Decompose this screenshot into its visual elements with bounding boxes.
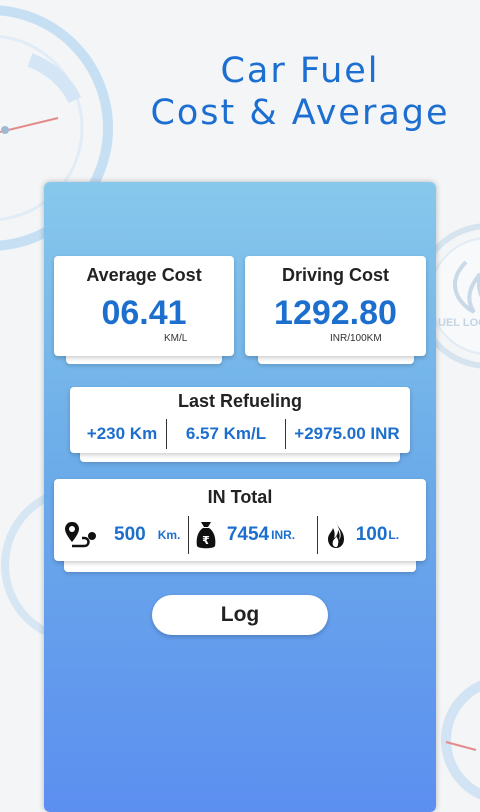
last-refueling-card: Last Refueling +230 Km 6.57 Km/L +2975.0…	[70, 387, 410, 453]
svg-text:₹: ₹	[202, 534, 210, 547]
total-fuel-value: 100	[355, 524, 388, 545]
driving-cost-card: Driving Cost 1292.80 INR/100KM	[245, 256, 426, 356]
driving-cost-value: 1292.80	[274, 294, 397, 332]
total-fuel: 100 L.	[318, 521, 424, 549]
last-refueling-row: +230 Km 6.57 Km/L +2975.00 INR	[78, 419, 408, 449]
average-cost-title: Average Cost	[86, 265, 202, 285]
in-total-title: IN Total	[207, 487, 273, 507]
average-cost-unit: KM/L	[164, 333, 188, 344]
total-fuel-unit: L.	[388, 528, 400, 542]
total-distance-value: 500	[114, 524, 146, 545]
driving-cost-unit: INR/100KM	[330, 333, 382, 344]
total-money: ₹ 7454 INR.	[189, 520, 317, 550]
last-refueling-distance: +230 Km	[86, 424, 158, 443]
driving-cost-title: Driving Cost	[281, 265, 389, 285]
log-button[interactable]: Log	[152, 595, 328, 635]
in-total-card: IN Total 500 Km. ₹ 7454 INR. 100 L.	[54, 479, 426, 561]
average-cost-card: Average Cost 06.41 KM/L	[54, 256, 234, 356]
headline-line-1: Car Fuel	[220, 51, 380, 91]
last-refueling-average: 6.57 Km/L	[185, 424, 267, 443]
total-distance-unit: Km.	[157, 528, 181, 542]
flame-icon	[326, 521, 346, 549]
route-icon	[64, 520, 98, 550]
total-money-value: 7454	[226, 524, 270, 545]
average-cost-value: 06.41	[101, 294, 187, 332]
total-money-unit: INR.	[271, 528, 296, 542]
background-gauge-bottom-left	[1, 491, 50, 639]
last-refueling-cost: +2975.00 INR	[294, 424, 400, 443]
last-refueling-title: Last Refueling	[177, 391, 302, 411]
background-logo-right: UEL LOG	[436, 223, 480, 369]
app-headline: Car Fuel Cost & Average	[0, 50, 480, 134]
in-total-row: 500 Km. ₹ 7454 INR. 100 L.	[64, 516, 424, 554]
headline-line-2: Cost & Average	[150, 93, 450, 133]
watermark-text: UEL LOG	[438, 317, 480, 329]
total-distance: 500 Km.	[64, 520, 188, 550]
background-gauge-bottom-right	[441, 680, 480, 800]
money-bag-icon: ₹	[195, 520, 217, 550]
